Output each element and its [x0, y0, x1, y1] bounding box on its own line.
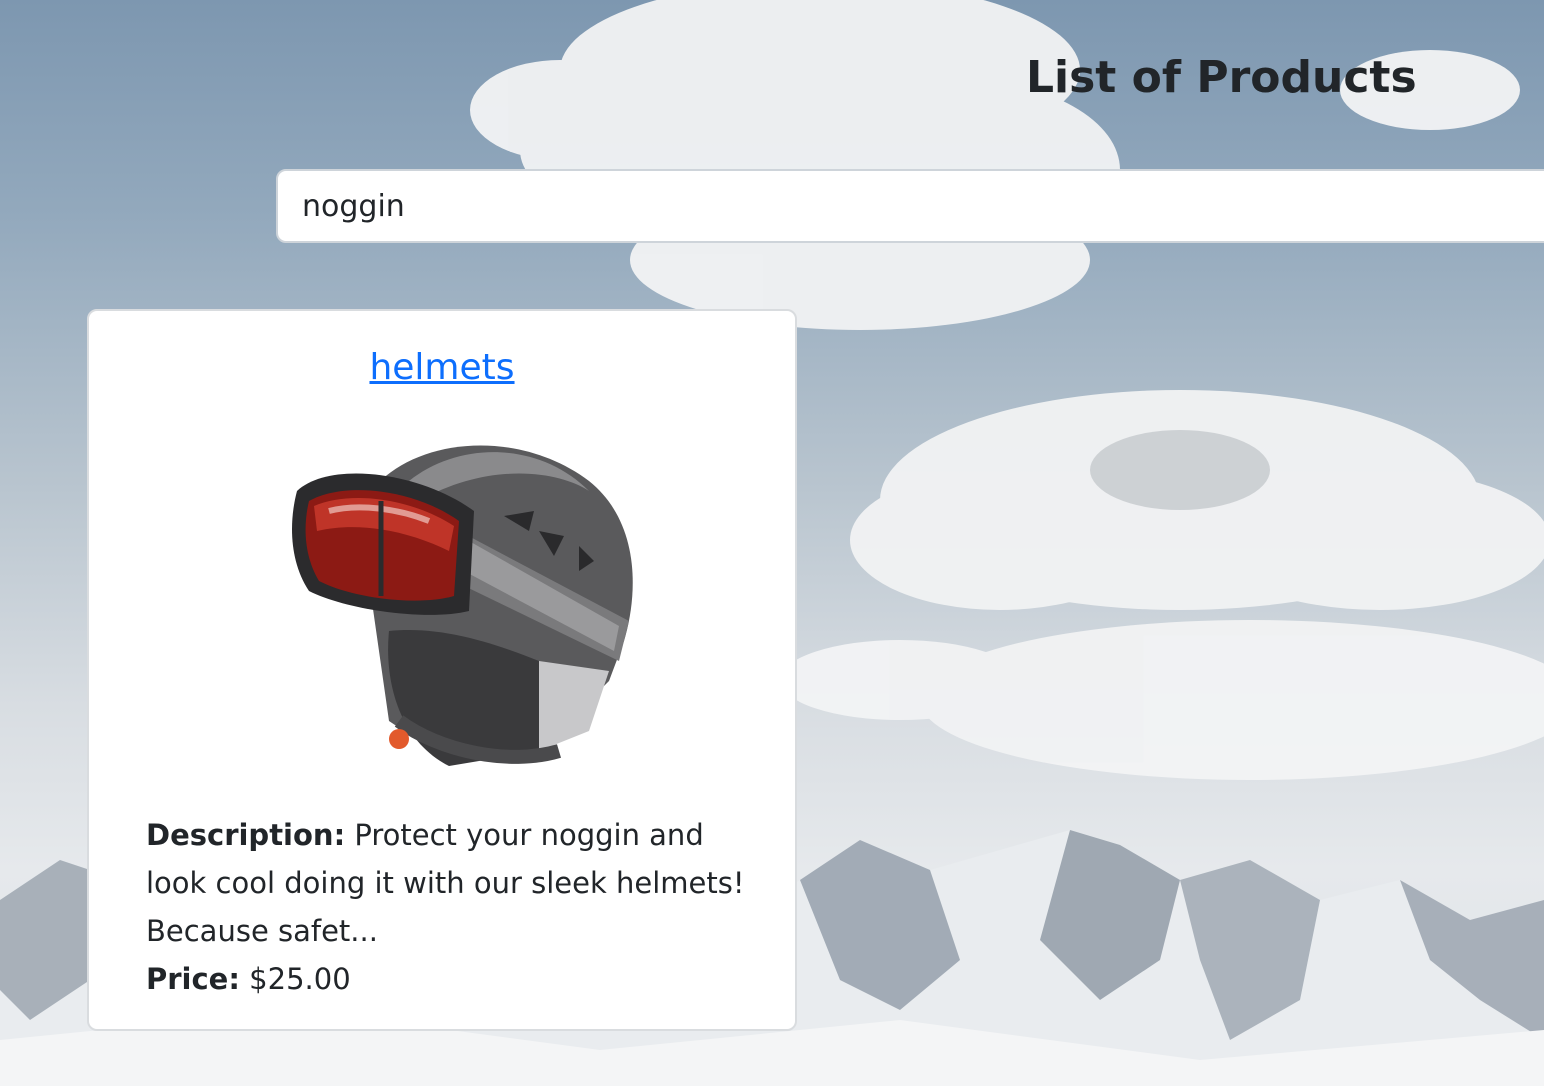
price-value: $25.00 [249, 962, 351, 996]
product-details: Description: Protect your noggin and loo… [146, 811, 756, 1003]
product-card: helmets Description: Protect your noggin… [87, 309, 797, 1031]
search-input[interactable] [276, 169, 1544, 243]
product-price: Price: $25.00 [146, 955, 756, 1003]
ski-helmet-icon [292, 445, 633, 766]
product-link[interactable]: helmets [369, 347, 514, 388]
product-description: Description: Protect your noggin and loo… [146, 811, 756, 955]
description-label: Description: [146, 818, 346, 852]
product-title: helmets [89, 345, 795, 391]
price-label: Price: [146, 962, 240, 996]
page-title: List of Products [1026, 52, 1417, 103]
